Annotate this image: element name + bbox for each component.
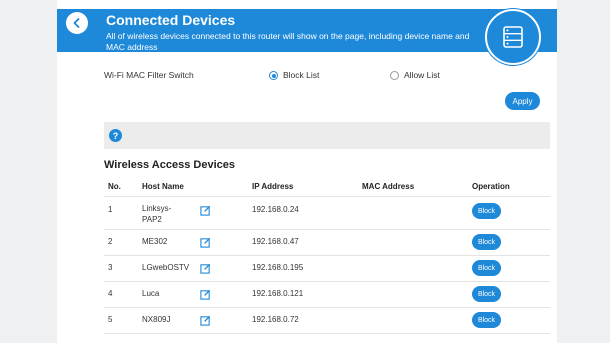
column-header-host-name: Host Name <box>142 182 184 191</box>
column-header-ip-address: IP Address <box>252 182 294 191</box>
host-name-continued: PAP2 <box>142 215 162 224</box>
row-number: 2 <box>108 237 113 246</box>
ip-address: 192.168.0.121 <box>252 289 304 298</box>
column-header-mac-address: MAC Address <box>362 182 415 191</box>
edit-icon[interactable] <box>200 263 211 274</box>
table-divider <box>104 333 550 334</box>
block-button[interactable]: Block <box>472 234 501 250</box>
hero-badge <box>485 9 541 65</box>
page-title: Connected Devices <box>106 12 236 28</box>
ip-address: 192.168.0.24 <box>252 205 299 214</box>
table-divider <box>104 281 550 282</box>
ip-address: 192.168.0.72 <box>252 315 299 324</box>
ip-address: 192.168.0.195 <box>252 263 304 272</box>
block-button[interactable]: Block <box>472 260 501 276</box>
back-button[interactable] <box>66 12 88 34</box>
host-name: NX809J <box>142 315 171 324</box>
page-description: All of wireless devices connected to thi… <box>106 31 470 52</box>
router-list-icon <box>503 26 523 48</box>
edit-icon[interactable] <box>200 289 211 300</box>
radio-allow-list[interactable] <box>390 71 399 80</box>
radio-allow-list-label[interactable]: Allow List <box>404 70 440 80</box>
edit-icon[interactable] <box>200 315 211 326</box>
row-number: 3 <box>108 263 113 272</box>
help-icon[interactable]: ? <box>109 129 122 142</box>
block-button[interactable]: Block <box>472 286 501 302</box>
table-divider <box>104 307 550 308</box>
edit-icon[interactable] <box>200 205 211 216</box>
table-divider <box>104 255 550 256</box>
column-header-no: No. <box>108 182 121 191</box>
row-number: 4 <box>108 289 113 298</box>
radio-block-list-label[interactable]: Block List <box>283 70 319 80</box>
info-bar <box>104 122 550 149</box>
table-divider <box>104 229 550 230</box>
filter-switch-label: Wi-Fi MAC Filter Switch <box>104 70 194 80</box>
chevron-left-icon <box>73 18 80 28</box>
table-divider <box>104 196 550 197</box>
row-number: 1 <box>108 205 113 214</box>
block-button[interactable]: Block <box>472 312 501 328</box>
host-name: LGwebOSTV <box>142 263 190 272</box>
host-name: ME302 <box>142 237 168 246</box>
section-title: Wireless Access Devices <box>104 159 235 171</box>
ip-address: 192.168.0.47 <box>252 237 299 246</box>
row-number: 5 <box>108 315 113 324</box>
radio-block-list[interactable] <box>269 71 278 80</box>
host-name: Luca <box>142 289 160 298</box>
block-button[interactable]: Block <box>472 203 501 219</box>
column-header-operation: Operation <box>472 182 510 191</box>
host-name: Linksys- <box>142 204 172 213</box>
apply-button[interactable]: Apply <box>505 92 540 110</box>
edit-icon[interactable] <box>200 237 211 248</box>
